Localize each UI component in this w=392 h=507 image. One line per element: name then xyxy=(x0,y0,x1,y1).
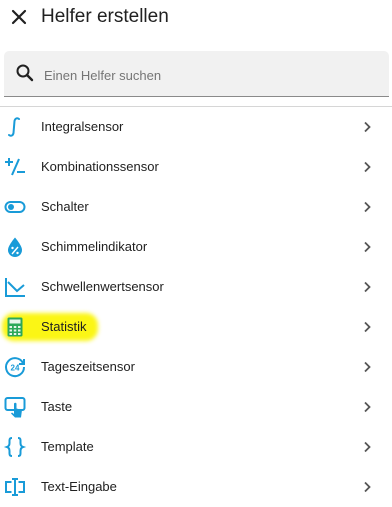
search-field[interactable] xyxy=(4,51,389,97)
list-item-integralsensor[interactable]: Integralsensor xyxy=(0,107,392,147)
dialog-header: Helfer erstellen xyxy=(0,0,392,40)
list-item-taste[interactable]: Taste xyxy=(0,387,392,427)
list-item-template[interactable]: Template xyxy=(0,427,392,467)
search-input[interactable] xyxy=(42,62,366,88)
list-item-kombinationssensor[interactable]: Kombinationssensor xyxy=(0,147,392,187)
clock-24h-icon: 24 xyxy=(5,357,26,378)
gesture-tap-button-icon xyxy=(4,397,26,418)
list-item-label: Text-Eingabe xyxy=(41,479,117,494)
form-textbox-icon xyxy=(5,478,25,496)
plus-minus-icon xyxy=(5,158,25,176)
list-item-label: Schwellenwertsensor xyxy=(41,279,164,294)
chevron-right-icon xyxy=(364,201,371,213)
list-item-label: Template xyxy=(41,439,94,454)
chevron-right-icon xyxy=(364,401,371,413)
list-item-label: Kombinationssensor xyxy=(41,159,159,174)
chevron-right-icon xyxy=(364,441,371,453)
list-item-schimmelindikator[interactable]: Schimmelindikator xyxy=(0,227,392,267)
search-icon xyxy=(16,64,34,82)
chevron-right-icon xyxy=(364,321,371,333)
code-braces-icon xyxy=(3,437,27,457)
chevron-right-icon xyxy=(364,281,371,293)
dialog-title: Helfer erstellen xyxy=(41,6,169,27)
chevron-right-icon xyxy=(364,241,371,253)
list-item-tageszeitsensor[interactable]: 24 Tageszeitsensor xyxy=(0,347,392,387)
threshold-chart-icon xyxy=(5,278,25,297)
chevron-right-icon xyxy=(364,121,371,133)
chevron-right-icon xyxy=(364,161,371,173)
svg-text:24: 24 xyxy=(11,364,20,373)
toggle-switch-icon xyxy=(4,201,26,213)
list-item-statistik[interactable]: Statistik xyxy=(0,307,392,347)
list-item-label: Tageszeitsensor xyxy=(41,359,135,374)
list-item-label: Taste xyxy=(41,399,73,414)
list-item-text-eingabe[interactable]: Text-Eingabe xyxy=(0,467,392,507)
close-button[interactable] xyxy=(8,6,30,28)
list-item-label: Statistik xyxy=(41,319,87,334)
helper-list: Integralsensor Kombinationssensor Schalt… xyxy=(0,107,392,507)
list-item-label: Integralsensor xyxy=(41,119,124,134)
list-item-label: Schalter xyxy=(41,199,89,214)
list-item-schalter[interactable]: Schalter xyxy=(0,187,392,227)
list-item-label: Schimmelindikator xyxy=(41,239,148,254)
close-icon xyxy=(11,9,27,25)
integral-icon xyxy=(8,117,20,137)
water-percent-icon xyxy=(8,237,22,257)
chevron-right-icon xyxy=(364,481,371,493)
chevron-right-icon xyxy=(364,361,371,373)
calculator-icon xyxy=(7,317,23,337)
list-item-schwellenwertsensor[interactable]: Schwellenwertsensor xyxy=(0,267,392,307)
